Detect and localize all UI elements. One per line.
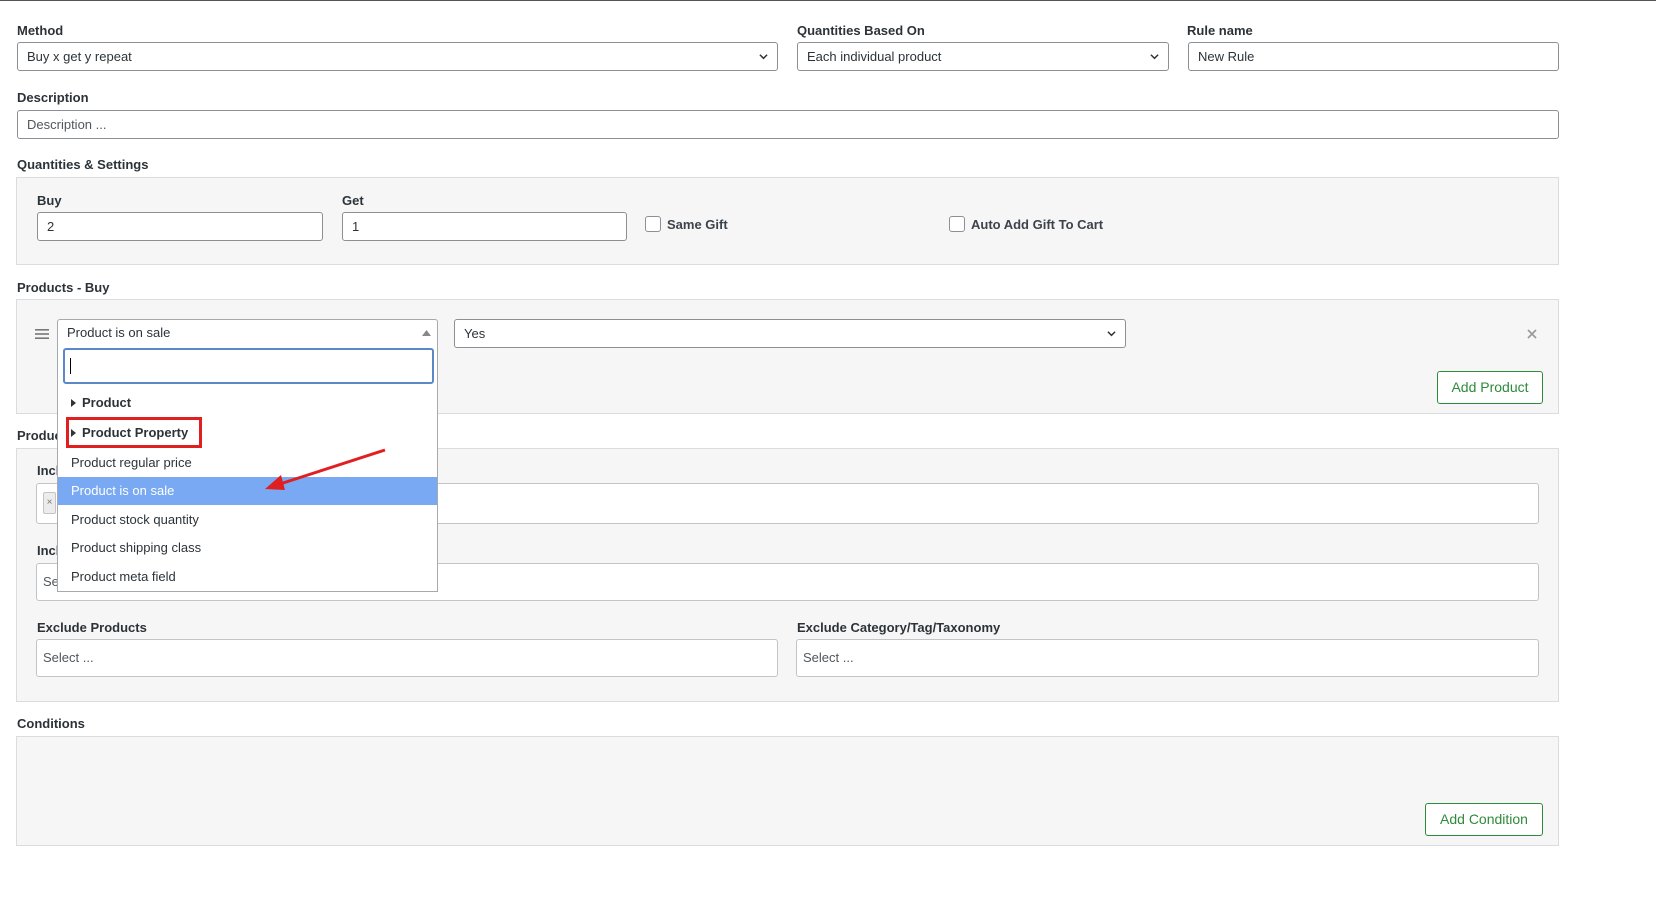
product-filter-select[interactable]: Product is on sale: [57, 319, 438, 346]
description-input[interactable]: Description ...: [17, 110, 1559, 139]
drag-handle-icon[interactable]: [35, 328, 49, 340]
conditions-label: Conditions: [17, 716, 85, 731]
option-product-stock-quantity[interactable]: Product stock quantity: [58, 506, 437, 534]
buy-label: Buy: [37, 193, 62, 208]
exclude-products-select[interactable]: Select ...: [36, 639, 778, 677]
quantities-based-on-label: Quantities Based On: [797, 23, 925, 38]
auto-add-gift-label: Auto Add Gift To Cart: [971, 217, 1104, 232]
get-quantity-input[interactable]: 1: [342, 212, 627, 241]
rule-name-label: Rule name: [1187, 23, 1253, 38]
description-label: Description: [17, 90, 89, 105]
products-buy-label: Products - Buy: [17, 280, 110, 295]
conditions-panel: [16, 736, 1559, 846]
quantities-based-on-select[interactable]: Each individual product: [797, 42, 1169, 71]
get-quantity-value: 1: [352, 219, 360, 234]
same-gift-label: Same Gift: [667, 217, 728, 232]
option-product-meta-field[interactable]: Product meta field: [58, 563, 437, 591]
products-get-label: Produc: [17, 428, 62, 443]
exclude-products-label: Exclude Products: [37, 620, 147, 635]
get-label: Get: [342, 193, 364, 208]
option-product-is-on-sale[interactable]: Product is on sale: [58, 477, 437, 505]
exclude-taxonomy-label: Exclude Category/Tag/Taxonomy: [797, 620, 1001, 635]
exclude-taxonomy-select[interactable]: Select ...: [796, 639, 1539, 677]
add-condition-button[interactable]: Add Condition: [1425, 803, 1543, 836]
rule-name-input[interactable]: New Rule: [1188, 42, 1559, 71]
product-filter-dropdown: Product Product Property Product regular…: [57, 345, 438, 592]
chevron-down-icon: [1107, 331, 1116, 337]
group-product-label: Product: [82, 395, 132, 410]
on-sale-value-select[interactable]: Yes: [454, 319, 1126, 348]
buy-quantity-value: 2: [47, 219, 55, 234]
text-caret: [70, 358, 71, 374]
on-sale-value: Yes: [464, 326, 486, 341]
triangle-right-icon: [71, 399, 76, 407]
option-product-regular-price[interactable]: Product regular price: [58, 449, 437, 477]
exclude-taxonomy-placeholder: Select ...: [803, 650, 854, 665]
method-label: Method: [17, 23, 64, 38]
annotation-highlight-box: [66, 417, 202, 448]
add-product-button[interactable]: Add Product: [1437, 371, 1543, 404]
close-icon[interactable]: [1527, 329, 1537, 339]
buy-quantity-input[interactable]: 2: [37, 212, 323, 241]
chevron-down-icon: [1150, 54, 1159, 60]
chevron-down-icon: [759, 54, 768, 60]
exclude-products-placeholder: Select ...: [43, 650, 94, 665]
method-select[interactable]: Buy x get y repeat: [17, 42, 778, 71]
dropdown-search-input[interactable]: [63, 348, 434, 384]
rule-name-value: New Rule: [1198, 49, 1255, 64]
option-product-shipping-class[interactable]: Product shipping class: [58, 534, 437, 562]
auto-add-gift-checkbox[interactable]: [949, 216, 965, 232]
tag-remove-icon[interactable]: ×: [43, 492, 56, 514]
method-value: Buy x get y repeat: [27, 49, 132, 64]
chevron-up-icon: [422, 330, 431, 336]
window-top-border: [0, 0, 1656, 1]
quantities-settings-label: Quantities & Settings: [17, 157, 149, 172]
description-placeholder: Description ...: [27, 117, 107, 132]
group-product[interactable]: Product: [71, 395, 131, 410]
quantities-based-on-value: Each individual product: [807, 49, 942, 64]
same-gift-checkbox[interactable]: [645, 216, 661, 232]
product-filter-value: Product is on sale: [67, 325, 171, 340]
